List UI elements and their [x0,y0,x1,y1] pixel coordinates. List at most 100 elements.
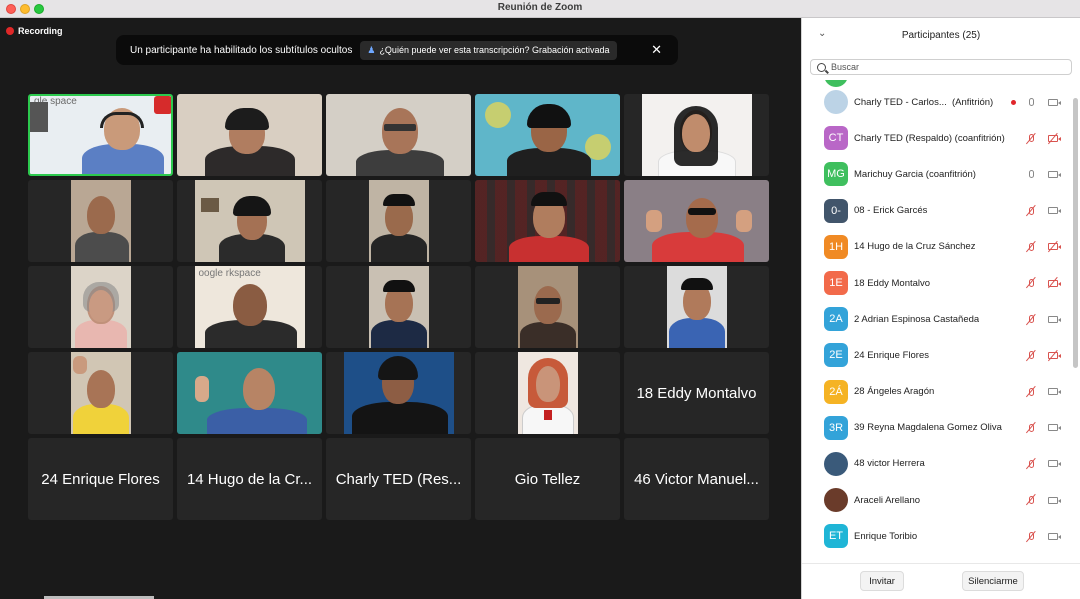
mic-muted-icon[interactable] [1024,494,1038,506]
video-tile[interactable] [326,94,471,176]
participant-row[interactable]: 1E 18 Eddy Montalvo [802,265,1070,301]
video-tile[interactable] [28,266,173,348]
participant-row[interactable]: Araceli Arellano [802,482,1070,518]
participant-row[interactable]: 2Á 28 Ángeles Aragón [802,374,1070,410]
camera-icon[interactable] [1046,386,1061,398]
video-tile[interactable] [624,180,769,262]
panel-header: ⌄ Participantes (25) [802,18,1080,54]
participant-name-text: 2 Adrian Espinosa Castañeda [854,313,980,325]
participant-name-text: 18 Eddy Montalvo [854,277,931,289]
mic-muted-icon[interactable] [1024,132,1038,145]
camera-icon[interactable] [1046,168,1061,180]
recording-dot-icon [6,27,14,35]
participant-video [326,94,471,176]
mic-muted-icon[interactable] [1024,241,1038,253]
camera-icon[interactable] [1046,96,1061,108]
video-gallery: Recording Un participante ha habilitado … [0,18,800,599]
avatar: 0- [824,198,848,223]
participant-video [368,266,429,348]
search-box[interactable] [810,59,1072,75]
participant-video [666,266,727,348]
close-icon[interactable]: ✕ [651,42,662,58]
participant-row[interactable]: Charly TED - Carlos... (Anfitrión) [802,84,1070,120]
video-tile[interactable] [326,352,471,434]
participant-video [177,352,322,434]
camera-icon[interactable] [1046,205,1061,217]
video-tile-name-only[interactable]: 46 Victor Manuel... [624,438,769,520]
camera-off-icon[interactable] [1046,241,1061,253]
participant-row[interactable]: 1H 14 Hugo de la Cruz Sánchez [802,229,1070,265]
mic-muted-icon[interactable] [1024,458,1038,470]
invite-button[interactable]: Invitar [860,571,904,591]
recording-indicator[interactable]: Recording [6,26,63,36]
camera-off-icon[interactable] [1046,132,1061,145]
video-tile[interactable] [326,266,471,348]
video-tile[interactable] [624,94,769,176]
video-tile[interactable] [475,180,620,262]
mic-muted-icon[interactable] [1024,313,1038,326]
title-bar: Reunión de Zoom [0,0,1080,18]
video-tile[interactable] [28,352,173,434]
video-tile[interactable] [326,180,471,262]
camera-icon[interactable] [1046,530,1061,542]
video-tile[interactable]: gle space [28,94,173,176]
participant-name: 14 Hugo de la Cr... [186,470,313,488]
video-tile-name-only[interactable]: 18 Eddy Montalvo [624,352,769,434]
video-tile[interactable] [475,266,620,348]
mic-muted-icon[interactable] [1024,530,1038,543]
participant-name: 24 Enrique Flores [41,470,160,488]
participant-controls [1024,132,1061,145]
participant-name-text: Araceli Arellano [854,494,921,506]
participant-row[interactable]: MG Marichuy Garcia (coanfitrión) [802,156,1070,192]
camera-icon[interactable] [1046,422,1061,434]
camera-off-icon[interactable] [1046,349,1061,362]
video-tile[interactable] [177,94,322,176]
participant-controls [1024,204,1061,217]
participant-row[interactable]: 2A 2 Adrian Espinosa Castañeda [802,301,1070,337]
participant-name: 2 Adrian Espinosa Castañeda [854,314,979,325]
participant-row[interactable]: 0- 08 - Erick Garcés [802,193,1070,229]
participant-row[interactable]: 48 victor Herrera [802,446,1070,482]
video-tile[interactable] [624,266,769,348]
participant-controls [1024,241,1061,253]
participant-name-text: 08 - Erick Garcés [854,205,928,217]
search-input[interactable] [831,62,1051,72]
video-tile[interactable] [475,94,620,176]
video-tile-name-only[interactable]: Charly TED (Res... [326,438,471,520]
mic-muted-icon[interactable] [1024,277,1038,289]
participant-name-text: 14 Hugo de la Cruz Sánchez [854,241,976,253]
video-tile-name-only[interactable]: Gio Tellez [475,438,620,520]
mic-icon[interactable] [1024,168,1038,180]
participant-controls [1024,421,1061,434]
participant-list: Charly TED - Carlos... (Anfitrión) CT Char… [802,80,1070,560]
participant-row[interactable]: 3R 39 Reyna Magdalena Gomez Oliva [802,410,1070,446]
mic-muted-icon[interactable] [1024,349,1038,362]
avatar: 2E [824,343,848,368]
mic-muted-icon[interactable] [1024,385,1038,398]
participant-row[interactable]: CT Charly TED (Respaldo) (coanfitrión) [802,120,1070,156]
participant-row[interactable]: 2E 24 Enrique Flores [802,337,1070,373]
mic-muted-icon[interactable] [1024,421,1038,434]
avatar: CT [824,126,848,151]
camera-off-icon[interactable] [1046,277,1061,289]
camera-icon[interactable] [1046,458,1061,470]
video-tile[interactable] [28,180,173,262]
video-tile[interactable] [177,180,322,262]
video-tile[interactable] [475,352,620,434]
mic-muted-icon[interactable] [1024,204,1038,217]
camera-icon[interactable] [1046,494,1061,506]
panel-scrollbar[interactable] [1073,98,1078,368]
video-tile[interactable]: oogle rkspace [177,266,322,348]
participant-row[interactable]: ET Enrique Toribio [802,518,1070,554]
participant-video [475,94,620,176]
mute-me-button[interactable]: Silenciarme [962,571,1024,591]
video-tile[interactable] [177,352,322,434]
participant-name: Charly TED (Res... [335,470,462,488]
participant-video [624,180,769,262]
mic-icon[interactable] [1024,96,1038,108]
camera-icon[interactable] [1046,313,1061,325]
participant-video [475,180,620,262]
transcript-info-button[interactable]: ♟ ¿Quién puede ver esta transcripción? G… [360,40,617,60]
video-tile-name-only[interactable]: 14 Hugo de la Cr... [177,438,322,520]
video-tile-name-only[interactable]: 24 Enrique Flores [28,438,173,520]
